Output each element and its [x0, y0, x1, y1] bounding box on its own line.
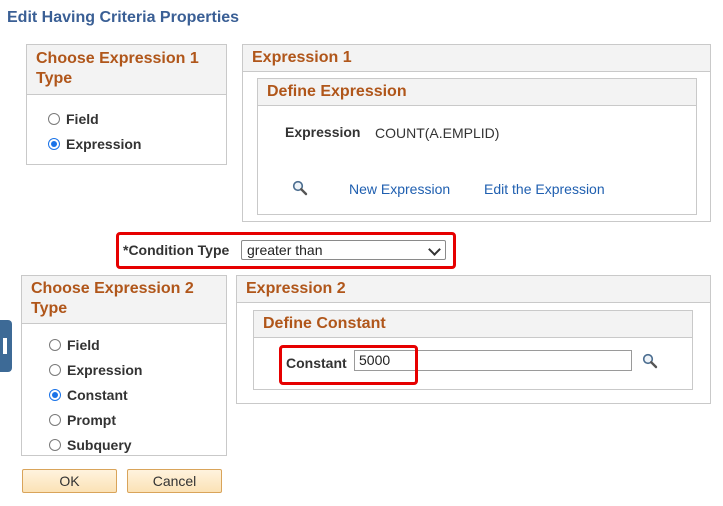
radio-label: Expression	[66, 136, 142, 152]
radio-label: Field	[67, 337, 100, 353]
radio-icon[interactable]	[49, 339, 61, 351]
ok-button[interactable]: OK	[22, 469, 117, 493]
expression-label: Expression	[285, 124, 361, 140]
radio-label: Subquery	[67, 437, 132, 453]
expr2-radio-subquery[interactable]: Subquery	[49, 437, 132, 453]
expr2-radio-prompt[interactable]: Prompt	[49, 412, 116, 428]
expression-value: COUNT(A.EMPLID)	[375, 125, 500, 141]
radio-icon[interactable]	[48, 138, 60, 150]
radio-icon[interactable]	[49, 439, 61, 451]
radio-label: Field	[66, 111, 99, 127]
radio-label: Constant	[67, 387, 128, 403]
expr2-radio-constant[interactable]: Constant	[49, 387, 128, 403]
side-collapse-tab[interactable]	[0, 320, 12, 372]
radio-label: Expression	[67, 362, 143, 378]
magnifier-icon[interactable]	[292, 180, 308, 196]
condition-highlight	[116, 232, 456, 269]
cancel-button[interactable]: Cancel	[127, 469, 222, 493]
radio-icon[interactable]	[49, 364, 61, 376]
expr1-type-panel: Choose Expression 1 Type Field Expressio…	[26, 44, 227, 165]
expression1-panel: Expression 1 Define Expression Expressio…	[242, 44, 711, 222]
new-expression-link[interactable]: New Expression	[349, 181, 450, 197]
expr1-radio-expression[interactable]: Expression	[48, 136, 141, 152]
magnifier-icon[interactable]	[642, 353, 658, 369]
page-title: Edit Having Criteria Properties	[7, 9, 240, 26]
radio-icon[interactable]	[49, 389, 61, 401]
expression2-heading: Expression 2	[237, 276, 710, 303]
radio-icon[interactable]	[49, 414, 61, 426]
radio-label: Prompt	[67, 412, 116, 428]
expr1-radio-field[interactable]: Field	[48, 111, 99, 127]
radio-icon[interactable]	[48, 113, 60, 125]
expr1-type-heading: Choose Expression 1 Type	[27, 45, 226, 95]
define-expression-panel: Define Expression Expression COUNT(A.EMP…	[257, 78, 697, 215]
define-constant-heading: Define Constant	[254, 311, 692, 338]
constant-highlight	[279, 345, 418, 385]
edit-expression-link[interactable]: Edit the Expression	[484, 181, 605, 197]
expr2-type-panel: Choose Expression 2 Type Field Expressio…	[21, 275, 227, 456]
expr2-type-heading: Choose Expression 2 Type	[22, 276, 226, 324]
expression1-heading: Expression 1	[243, 45, 710, 72]
expr2-radio-field[interactable]: Field	[49, 337, 100, 353]
define-expression-heading: Define Expression	[258, 79, 696, 106]
expr2-radio-expression[interactable]: Expression	[49, 362, 142, 378]
